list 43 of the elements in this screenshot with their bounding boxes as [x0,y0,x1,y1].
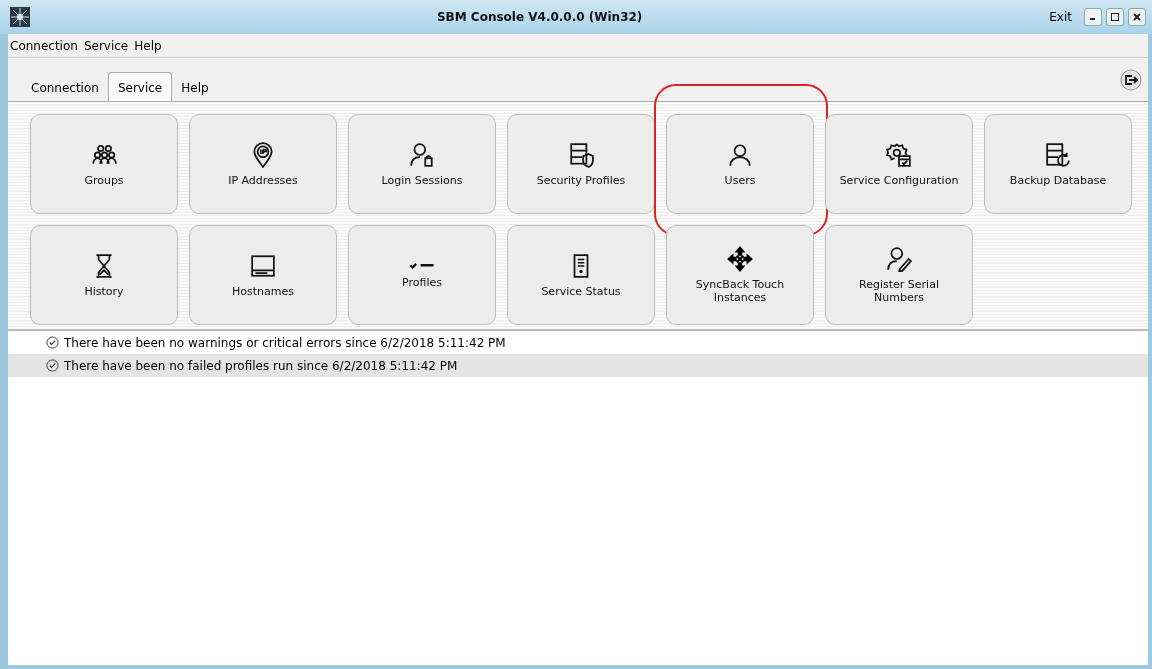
tile-button[interactable]: Hostnames [189,225,337,325]
gear-calendar-icon [886,141,912,168]
check-circle-icon [46,336,59,349]
tile-button[interactable]: Groups [30,114,178,214]
status-message: There have been no warnings or critical errors since 6/2/2018 5:11:42 PM [64,335,506,350]
tab[interactable]: Connection [22,75,108,101]
close-icon [1132,12,1142,22]
maximize-button[interactable] [1106,8,1124,26]
menu-item[interactable]: Help [134,38,162,53]
tile-button[interactable]: Login Sessions [348,114,496,214]
database-shield-icon [568,141,594,168]
menu-item[interactable]: Connection [10,38,78,53]
user-lock-icon [409,141,435,168]
check-circle-icon [46,359,59,372]
user-icon [727,141,753,168]
tile-button[interactable]: IP Addresses [189,114,337,214]
tile-button[interactable]: Users [666,114,814,214]
four-arrows-icon [727,246,753,272]
tile-button[interactable]: Service Status [507,225,655,325]
database-refresh-icon [1045,141,1071,168]
exit-link[interactable]: Exit [1049,10,1072,24]
tile-button[interactable]: Backup Database [984,114,1132,214]
tab[interactable]: Help [172,75,218,101]
close-button[interactable] [1128,8,1146,26]
menu-item[interactable]: Service [83,38,129,53]
logout-icon[interactable] [1120,68,1142,91]
maximize-icon [1110,12,1120,22]
tab[interactable]: Service [107,72,173,101]
tile-button[interactable]: Service Configuration [825,114,973,214]
tile-button[interactable]: Security Profiles [507,114,655,214]
minimize-button[interactable] [1084,8,1102,26]
status-row[interactable]: There have been no failed profiles run since 6/2/2018 5:11:42 PM [8,354,1148,377]
checklist-icon [409,261,435,270]
window-title: SBM Console V4.0.0.0 (Win32) [435,10,644,24]
tile-button[interactable]: Profiles [348,225,496,325]
app-icon [10,7,30,27]
user-pen-icon [886,246,912,272]
monitor-icon [250,252,276,279]
status-message: There have been no failed profiles run since 6/2/2018 5:11:42 PM [64,358,458,373]
status-row[interactable]: There have been no warnings or critical errors since 6/2/2018 5:11:42 PM [8,331,1148,354]
tile-button[interactable]: Register Serial Numbers [825,225,973,325]
tile-button[interactable]: SyncBack Touch Instances [666,225,814,325]
tile-button[interactable]: History [30,225,178,325]
